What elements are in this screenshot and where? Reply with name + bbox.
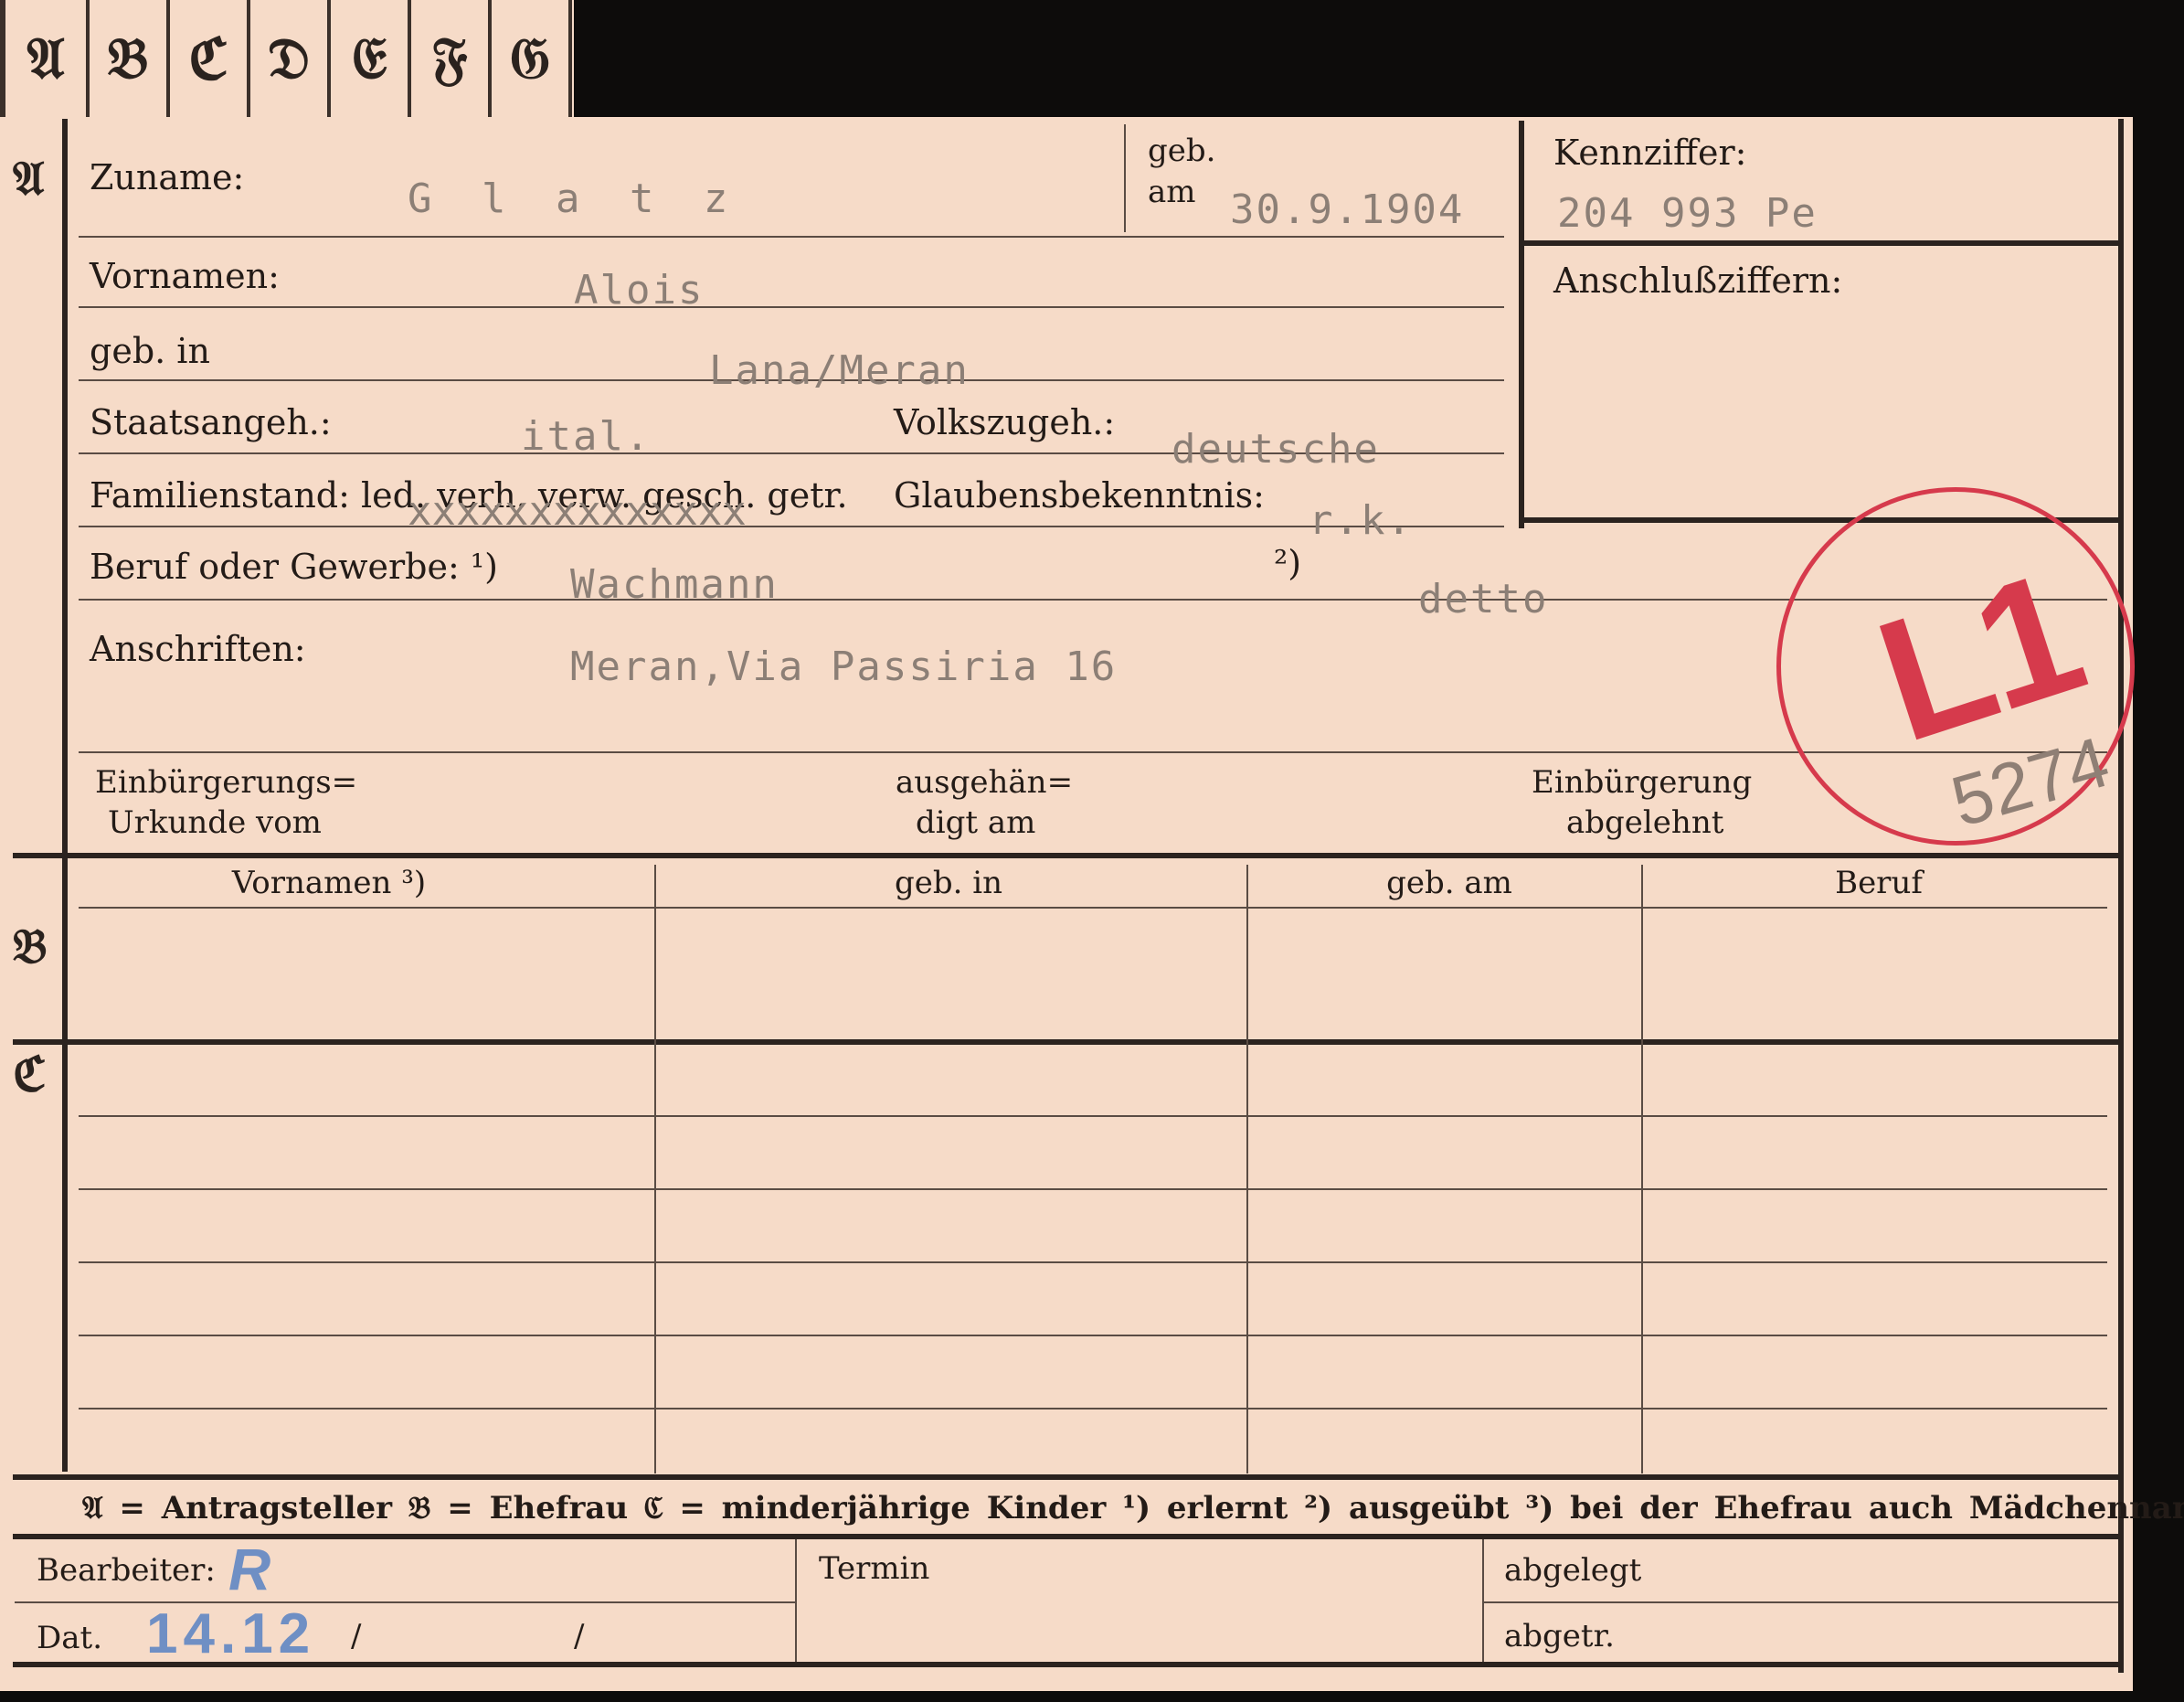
value-anschriften[interactable]: Meran,Via Passiria 16 (570, 644, 1117, 690)
divider-section-b-c (13, 1039, 2124, 1045)
value-dat[interactable]: 14.12 (146, 1601, 315, 1666)
label-am: am (1148, 174, 1196, 210)
footer-row-line-right (1482, 1601, 2118, 1603)
legend: 𝔄 = Antragsteller 𝔅 = Ehefrau ℭ = minder… (82, 1490, 2184, 1526)
label-volkszugeh: Volkszugeh.: (894, 402, 1116, 442)
value-familienstand-strike: xxxxxxxxxxxxxx (408, 488, 747, 535)
line-vornamen (79, 306, 1504, 308)
value-glaubensbekenntnis[interactable]: r.k. (1309, 497, 1413, 544)
tab-e[interactable]: 𝔈 (331, 0, 411, 117)
value-beruf-ausgeuebt[interactable]: detto (1418, 576, 1548, 622)
label-vornamen: Vornamen: (90, 256, 280, 296)
label-ausgehaen-l1: ausgehän= (896, 764, 1074, 801)
section-b-marker: 𝔅 (13, 919, 48, 974)
label-anschlussziffern: Anschlußziffern: (1553, 261, 1843, 301)
label-termin: Termin (819, 1550, 930, 1587)
index-tabs: 𝔄 𝔅 ℭ 𝔇 𝔈 𝔉 𝔊 (0, 0, 574, 117)
value-beruf-erlernt[interactable]: Wachmann (570, 561, 779, 608)
tab-d[interactable]: 𝔇 (250, 0, 331, 117)
right-border (2118, 119, 2124, 1673)
kennziffer-box-divider (1519, 240, 2122, 246)
divider-legend-footer (13, 1534, 2124, 1539)
section-c-marker: ℭ (13, 1047, 47, 1102)
col-header-vornamen: Vornamen ³) (231, 865, 427, 901)
dat-slash-1: / (351, 1618, 362, 1654)
label-dat: Dat. (37, 1620, 103, 1656)
label-beruf-2: ²) (1274, 543, 1302, 583)
label-geb-in: geb. in (90, 331, 210, 371)
label-einbuergerungs-l1: Einbürgerungs= (95, 764, 358, 801)
label-abgetr: abgetr. (1504, 1618, 1615, 1654)
tab-a[interactable]: 𝔄 (0, 0, 90, 117)
kennziffer-box-left (1519, 121, 1524, 528)
left-border (62, 119, 68, 1472)
label-glaubensbekenntnis: Glaubensbekenntnis: (894, 475, 1265, 516)
footer-col-line-2 (1482, 1539, 1484, 1662)
section-a-marker: 𝔄 (13, 151, 45, 207)
line-familienstand (79, 526, 1504, 527)
label-kennziffer: Kennziffer: (1553, 133, 1747, 173)
label-anschriften: Anschriften: (90, 629, 306, 669)
value-volkszugeh[interactable]: deutsche (1172, 426, 1380, 473)
value-geb-am[interactable]: 30.9.1904 (1230, 186, 1464, 233)
tab-b[interactable]: 𝔅 (90, 0, 170, 117)
footer-col-line-1 (795, 1539, 797, 1662)
table-row-line (79, 1261, 2107, 1263)
value-bearbeiter[interactable]: R (228, 1536, 270, 1603)
table-col-line-3 (1641, 865, 1643, 1473)
value-geb-in[interactable]: Lana/Meran (709, 347, 970, 394)
divider-table-legend (13, 1474, 2124, 1480)
table-row-line (79, 1408, 2107, 1409)
bottom-border (13, 1662, 2124, 1667)
table-col-line-2 (1246, 865, 1248, 1473)
label-zuname: Zuname: (90, 157, 245, 197)
dat-slash-2: / (574, 1618, 585, 1654)
label-geb: geb. (1148, 133, 1216, 169)
table-row-line (79, 1188, 2107, 1190)
table-row-line (79, 1335, 2107, 1336)
value-kennziffer[interactable]: 204 993 Pe (1557, 190, 1818, 237)
divider-section-a-b (13, 853, 2124, 858)
label-staatsangeh: Staatsangeh.: (90, 402, 332, 442)
tab-g[interactable]: 𝔊 (492, 0, 572, 117)
label-beruf: Beruf oder Gewerbe: ¹) (90, 547, 498, 587)
table-row-line (79, 1115, 2107, 1117)
col-header-geb-in: geb. in (894, 865, 1003, 901)
value-zuname[interactable]: G l a t z (408, 176, 740, 222)
label-abgelehnt-l2: abgelehnt (1566, 804, 1724, 841)
tab-c[interactable]: ℭ (170, 0, 250, 117)
table-col-line-1 (654, 865, 656, 1473)
footer-row-line (15, 1601, 795, 1603)
value-vornamen[interactable]: Alois (574, 267, 704, 314)
table-header-line (79, 907, 2107, 909)
tab-f[interactable]: 𝔉 (411, 0, 492, 117)
label-abgelehnt-l1: Einbürgerung (1532, 764, 1753, 801)
value-staatsangeh[interactable]: ital. (521, 413, 651, 460)
label-abgelegt: abgelegt (1504, 1552, 1642, 1589)
label-ausgehaen-l2: digt am (916, 804, 1036, 841)
col-header-geb-am: geb. am (1386, 865, 1512, 901)
label-einbuergerungs-l2: Urkunde vom (108, 804, 322, 841)
geb-am-divider (1124, 124, 1126, 232)
registration-card (0, 117, 2133, 1691)
label-bearbeiter: Bearbeiter: (37, 1552, 216, 1589)
line-zuname (79, 236, 1504, 238)
col-header-beruf: Beruf (1835, 865, 1923, 901)
